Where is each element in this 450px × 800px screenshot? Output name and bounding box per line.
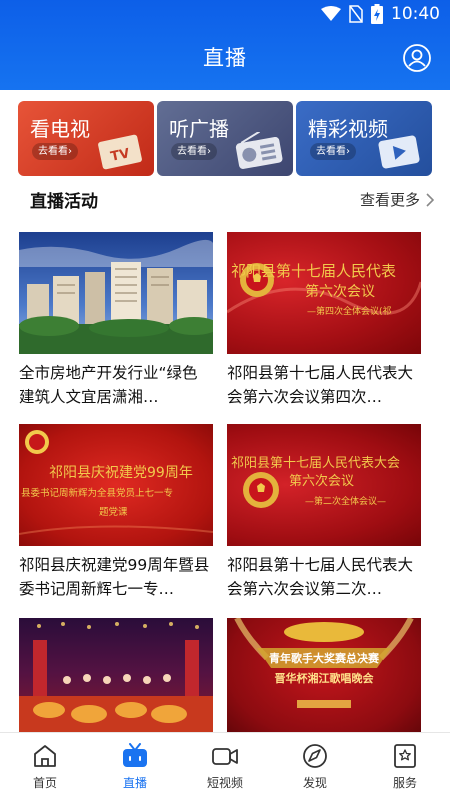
go-listen-button[interactable]: 去看看› [171, 143, 217, 160]
list-item[interactable]: 祁阳县第十七届人民代表大会 第六次会议 —第二次全体会议— 祁阳县第十七届人民代… [227, 424, 421, 601]
list-item[interactable]: 青年歌手大奖赛总决赛 晋华杯湘江歌唱晚会 [227, 618, 421, 732]
app-header: 10:40 直播 [0, 0, 450, 90]
list-item[interactable]: 祁阳县第十七届人民代表 第六次会议 —第四次全体会议(祁 祁阳县第十七届人民代表… [227, 232, 421, 409]
thumb-text-line1: 青年歌手大奖赛总决赛 [269, 652, 379, 665]
tab-label: 短视频 [206, 776, 243, 790]
thumb-text-line3: —第二次全体会议— [305, 497, 387, 507]
card-title: 看电视 [30, 117, 90, 141]
tab-discover[interactable]: 发现 [270, 733, 360, 800]
view-more-link[interactable]: 查看更多 [360, 189, 434, 210]
page-title: 直播 [203, 46, 247, 70]
featured-video-card[interactable]: 精彩视频 去看看› [296, 101, 432, 176]
thumbnail: 祁阳县第十七届人民代表 第六次会议 —第四次全体会议(祁 [227, 232, 421, 354]
item-caption: 祁阳县第十七届人民代表大会第六次会议第四次… [227, 364, 414, 406]
live-events-header: 直播活动 查看更多 [30, 180, 434, 216]
video-camera-icon [212, 748, 238, 765]
tab-short-video[interactable]: 短视频 [180, 733, 270, 800]
home-icon [34, 745, 56, 767]
status-bar: 10:40 [0, 0, 450, 30]
list-item[interactable] [19, 618, 213, 732]
live-events-grid: 全市房地产开发行业“绿色建筑人文宜居潇湘… 祁阳县第十七届人民代表 第六次会议 … [0, 232, 450, 732]
tab-label: 直播 [122, 776, 147, 790]
thumb-text-line3: —第四次全体会议(祁 [307, 307, 392, 317]
thumbnail: 祁阳县第十七届人民代表大会 第六次会议 —第二次全体会议— [227, 424, 421, 546]
thumb-text-line2: 第六次会议 [289, 474, 355, 489]
go-watch-video-button[interactable]: 去看看› [310, 143, 356, 160]
view-more-label: 查看更多 [359, 191, 420, 209]
party-emblem-icon [25, 430, 49, 454]
item-caption: 祁阳县第十七届人民代表大会第六次会议第二次… [227, 556, 414, 598]
tab-live[interactable]: 直播 [90, 733, 180, 800]
thumbnail [19, 618, 213, 732]
go-watch-button[interactable]: 去看看› [32, 143, 78, 160]
thumb-text-line2: 县委书记周新辉为全县党员上七一专 [21, 488, 174, 499]
tab-label: 服务 [392, 776, 417, 790]
item-caption: 祁阳县庆祝建党99周年暨县委书记周新辉七一专… [19, 556, 210, 598]
service-icon [394, 744, 416, 768]
battery-charging-icon [371, 4, 383, 24]
tab-label: 发现 [302, 776, 327, 790]
tab-home[interactable]: 首页 [0, 733, 90, 800]
watch-tv-card[interactable]: 看电视 去看看› TV [18, 101, 154, 176]
thumb-text-line3: 题党课 [99, 507, 128, 518]
wifi-icon [321, 6, 341, 21]
thumbnail [19, 232, 213, 354]
list-item[interactable]: 全市房地产开发行业“绿色建筑人文宜居潇湘… [19, 232, 213, 409]
thumb-text-line1: 祁阳县庆祝建党99周年 [49, 465, 193, 481]
thumbnail: 青年歌手大奖赛总决赛 晋华杯湘江歌唱晚会 [227, 618, 421, 732]
tv-icon: TV [98, 134, 142, 170]
list-item[interactable]: 祁阳县庆祝建党99周年 县委书记周新辉为全县党员上七一专 题党课 祁阳县庆祝建党… [19, 424, 213, 601]
item-caption: 全市房地产开发行业“绿色建筑人文宜居潇湘… [19, 364, 198, 406]
tab-label: 首页 [32, 776, 57, 790]
radio-icon [235, 132, 283, 169]
category-cards: 看电视 去看看› TV 听广播 去看看› 精彩视频 去看看› [18, 101, 432, 176]
listen-radio-card[interactable]: 听广播 去看看› [157, 101, 293, 176]
thumb-text-line1: 祁阳县第十七届人民代表大会 [231, 456, 401, 471]
no-sim-icon [349, 5, 363, 23]
user-profile-icon[interactable] [402, 43, 432, 73]
thumbnail: 祁阳县庆祝建党99周年 县委书记周新辉为全县党员上七一专 题党课 [19, 424, 213, 546]
video-play-icon [378, 135, 420, 169]
thumb-text-line2: 第六次会议 [305, 284, 375, 300]
thumb-text-line2: 晋华杯湘江歌唱晚会 [274, 672, 374, 685]
live-tv-icon [123, 743, 147, 767]
section-title: 直播活动 [30, 192, 98, 212]
chevron-right-icon [426, 192, 434, 207]
bottom-tab-bar: 首页 直播 短视频 发现 服务 [0, 732, 450, 800]
status-time: 10:40 [391, 4, 440, 24]
compass-icon [303, 744, 327, 768]
card-title: 听广播 [169, 117, 229, 141]
thumb-text-line1: 祁阳县第十七届人民代表 [231, 262, 397, 280]
tab-services[interactable]: 服务 [360, 733, 450, 800]
